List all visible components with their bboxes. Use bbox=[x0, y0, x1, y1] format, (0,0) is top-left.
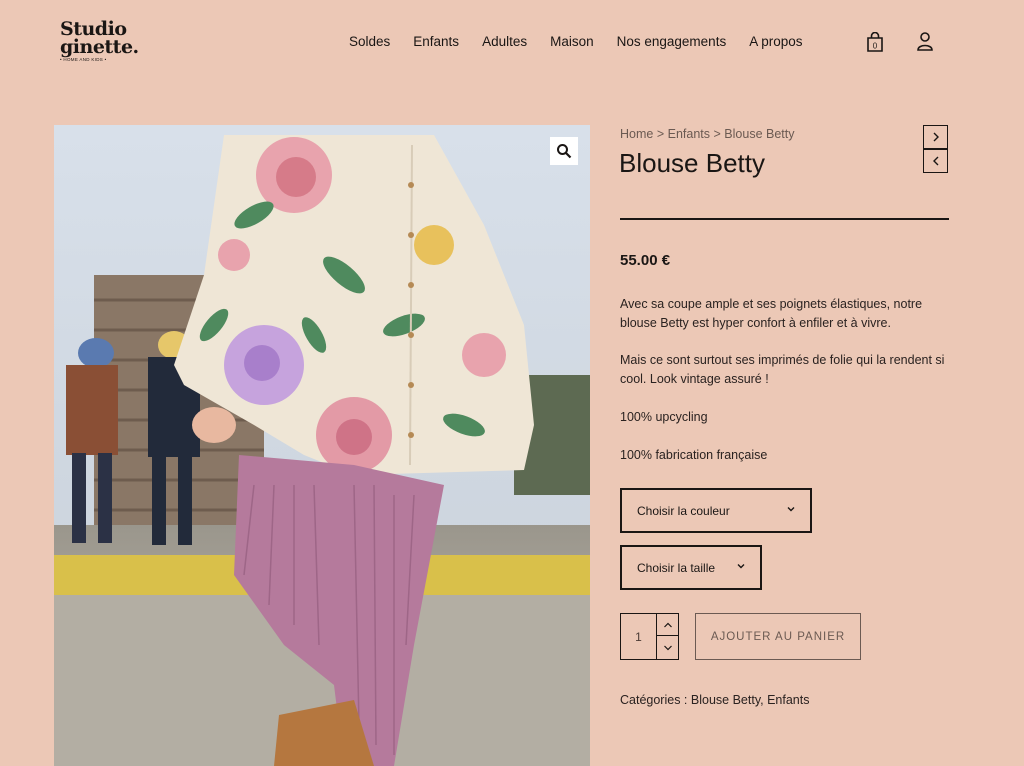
chevron-down-icon bbox=[737, 564, 745, 569]
brand-line-2: ginette. bbox=[60, 36, 139, 58]
size-select-label: Choisir la taille bbox=[637, 560, 716, 575]
quantity-input[interactable]: 1 bbox=[621, 614, 656, 659]
nav-item-apropos[interactable]: A propos bbox=[749, 33, 802, 51]
chevron-up-icon bbox=[663, 622, 672, 627]
size-select[interactable]: Choisir la taille bbox=[620, 545, 762, 590]
quantity-decrease-button[interactable] bbox=[656, 636, 678, 659]
quantity-increase-button[interactable] bbox=[656, 614, 678, 636]
breadcrumb-sep: > bbox=[656, 127, 665, 141]
add-to-cart-button[interactable]: AJOUTER AU PANIER bbox=[695, 613, 861, 660]
nav-item-soldes[interactable]: Soldes bbox=[349, 33, 390, 51]
breadcrumb: Home > Enfants > Blouse Betty bbox=[620, 127, 794, 141]
categories-label: Catégories : bbox=[620, 693, 688, 707]
nav-item-enfants[interactable]: Enfants bbox=[413, 33, 459, 51]
product-title: Blouse Betty bbox=[619, 148, 765, 178]
product-categories: Catégories : Blouse Betty, Enfants bbox=[620, 693, 809, 707]
description-paragraph: Avec sa coupe ample et ses poignets élas… bbox=[620, 297, 923, 330]
brand-logo[interactable]: Studio ginette. • HOME AND KIDS • bbox=[60, 20, 144, 64]
categories-links[interactable]: Blouse Betty, Enfants bbox=[691, 693, 810, 707]
description-paragraph: Mais ce sont surtout ses imprimés de fol… bbox=[620, 353, 945, 386]
breadcrumb-current: Blouse Betty bbox=[724, 127, 795, 141]
color-select-label: Choisir la couleur bbox=[637, 503, 730, 518]
breadcrumb-sep: > bbox=[713, 127, 721, 141]
description-paragraph: 100% upcycling bbox=[620, 410, 708, 424]
main-nav: Soldes Enfants Adultes Maison Nos engage… bbox=[349, 33, 826, 51]
next-product-button[interactable] bbox=[923, 125, 948, 149]
shopping-bag-icon[interactable]: 0 bbox=[866, 31, 884, 52]
user-icon[interactable] bbox=[916, 31, 934, 51]
breadcrumb-home[interactable]: Home bbox=[620, 127, 653, 141]
title-divider bbox=[620, 218, 949, 220]
prev-product-button[interactable] bbox=[923, 149, 948, 173]
nav-item-engagements[interactable]: Nos engagements bbox=[617, 33, 727, 51]
color-select[interactable]: Choisir la couleur bbox=[620, 488, 812, 533]
breadcrumb-category[interactable]: Enfants bbox=[668, 127, 710, 141]
chevron-down-icon bbox=[787, 507, 795, 512]
magnifier-icon[interactable] bbox=[550, 137, 578, 165]
quantity-stepper: 1 bbox=[620, 613, 679, 660]
cart-count: 0 bbox=[873, 42, 878, 51]
nav-item-maison[interactable]: Maison bbox=[550, 33, 594, 51]
product-image[interactable] bbox=[54, 125, 590, 766]
chevron-down-icon bbox=[663, 645, 672, 650]
description-paragraph: 100% fabrication française bbox=[620, 448, 768, 462]
chevron-right-icon bbox=[933, 132, 939, 142]
nav-item-adultes[interactable]: Adultes bbox=[482, 33, 527, 51]
product-price: 55.00 € bbox=[620, 252, 671, 269]
chevron-left-icon bbox=[932, 156, 938, 166]
